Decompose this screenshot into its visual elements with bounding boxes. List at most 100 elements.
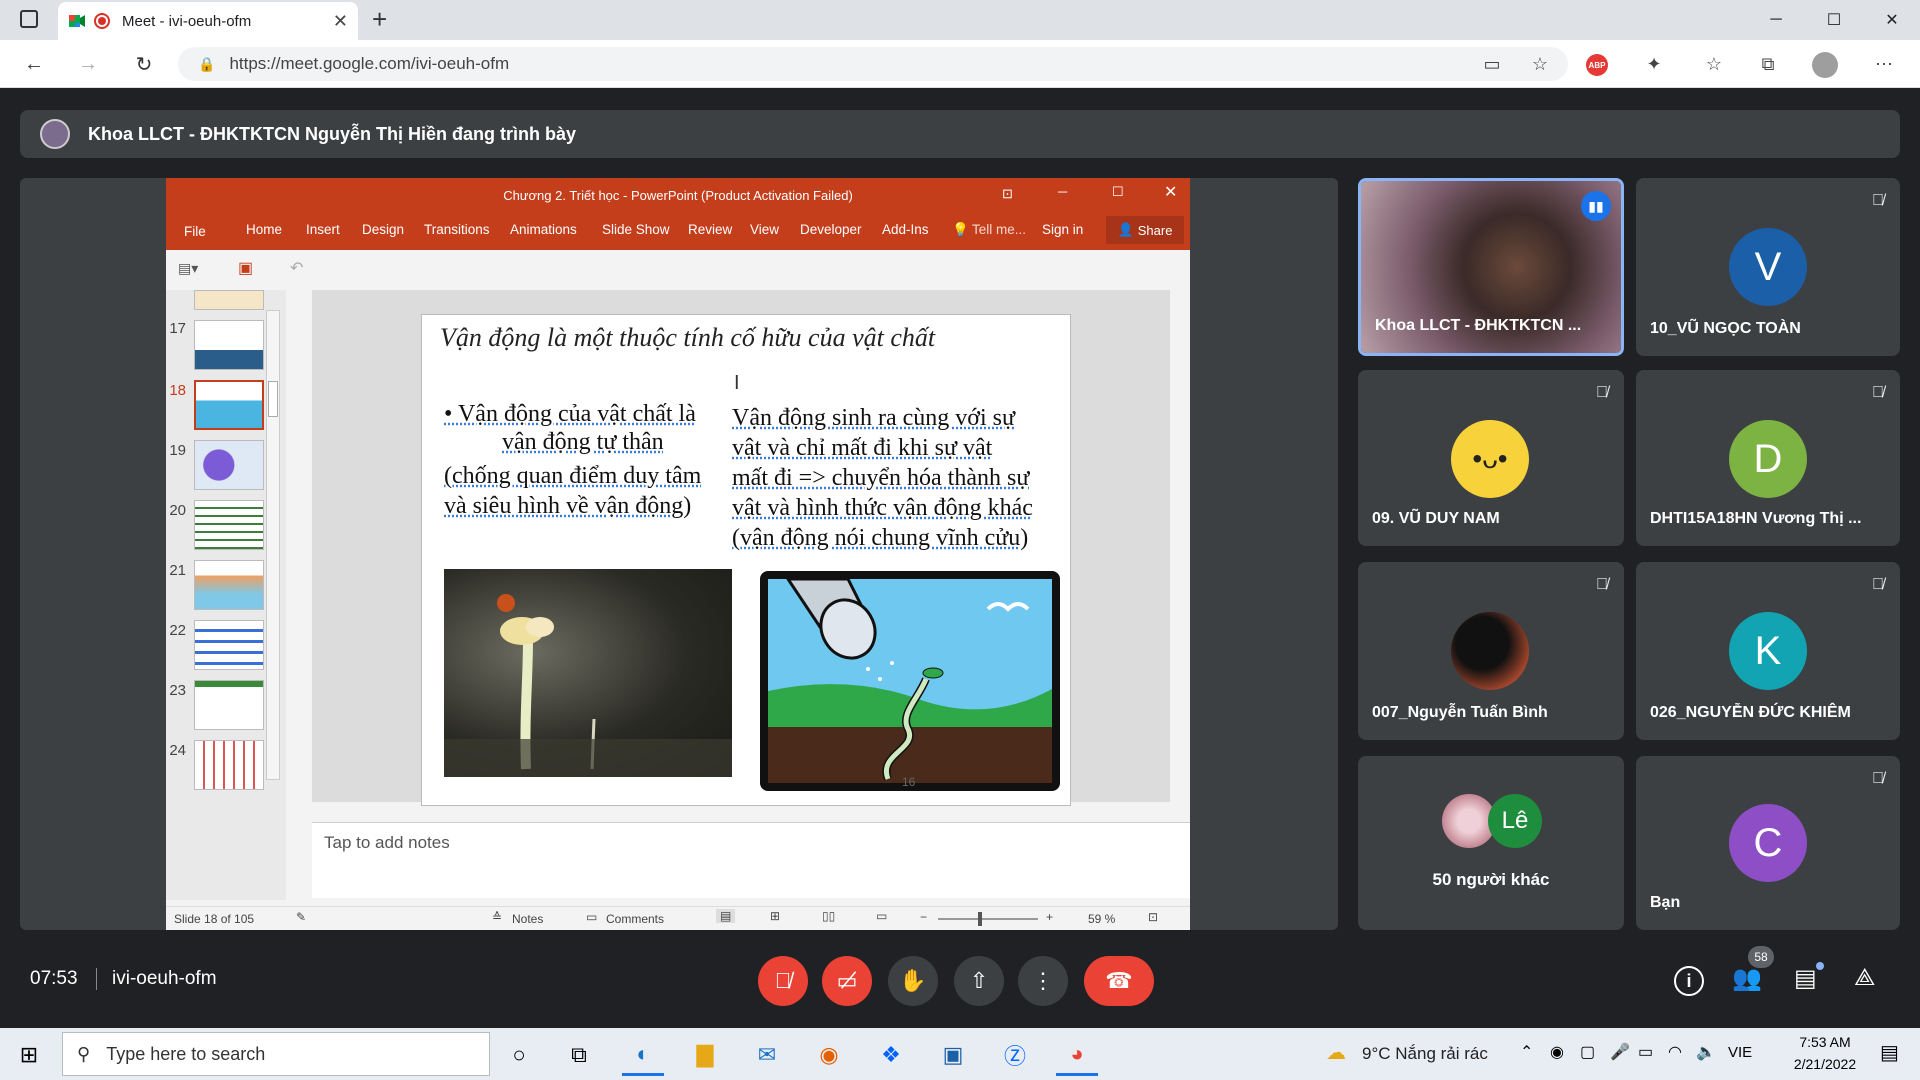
back-arrow-icon[interactable]: ← [18,48,50,80]
tab-close-icon[interactable]: ✕ [333,11,348,32]
save-icon[interactable]: ▣ [238,258,253,278]
reading-view-icon[interactable]: ▯▯ [822,909,835,923]
participant-tile[interactable]: 🎙̸ K 026_NGUYỄN ĐỨC KHIÊM [1636,562,1900,740]
url-field[interactable]: 🔒 https://meet.google.com/ivi-oeuh-ofm [178,47,1568,81]
menu-design[interactable]: Design [362,222,404,237]
favorites-icon[interactable]: ☆ [1700,52,1728,76]
thumbnail-scrollbar[interactable] [266,310,280,780]
menu-add-ins[interactable]: Add-Ins [882,222,929,237]
ribbon-display-icon[interactable]: ⊡ [1002,186,1013,202]
spelling-icon[interactable]: ✎ [296,910,306,924]
others-tile[interactable]: Lê 50 người khác [1358,756,1624,930]
microphone-icon[interactable]: 🎤 [1610,1042,1630,1062]
comments-icon[interactable]: ▭ [586,910,597,924]
zoom-in-icon[interactable]: + [1046,910,1053,924]
menu-view[interactable]: View [750,222,779,237]
more-options-icon[interactable]: ⋯ [1870,52,1898,76]
slide-thumbnail[interactable] [194,500,264,550]
reload-icon[interactable]: ↻ [128,48,160,80]
activities-icon[interactable]: ⟁ [1854,964,1875,992]
zoom-out-icon[interactable]: − [920,910,927,924]
fit-slide-icon[interactable]: ⊡ [1148,910,1158,924]
zoom-slider[interactable] [938,912,1038,926]
app-icon[interactable]: ▣ [932,1034,974,1076]
ppt-close-icon[interactable]: ✕ [1164,182,1177,202]
menu-tell-me[interactable]: Tell me... [972,222,1026,237]
meeting-details-icon[interactable]: i [1674,966,1704,996]
ppt-share-button[interactable]: 👤 Share [1106,216,1184,244]
participant-tile[interactable]: 🎙̸ 007_Nguyễn Tuấn Bình [1358,562,1624,740]
notes-toggle-label[interactable]: Notes [512,912,543,926]
camera-toggle-button[interactable]: ▭̸ [822,956,872,1006]
comments-label[interactable]: Comments [606,912,664,926]
new-tab-button[interactable]: + [372,4,387,35]
notification-icon[interactable]: ▤ [1880,1040,1899,1065]
people-icon[interactable]: 👥 [1732,964,1762,993]
tray-chevron-icon[interactable]: ⌃ [1520,1042,1533,1062]
clock-date[interactable]: 2/21/2022 [1776,1056,1874,1072]
adblock-icon[interactable]: ABP [1586,54,1608,76]
minimize-button[interactable]: ─ [1748,0,1804,40]
zalo-icon[interactable]: Ⓩ [994,1034,1036,1076]
menu-sign-in[interactable]: Sign in [1042,222,1083,237]
participant-tile[interactable]: 🎙̸ V 10_VŨ NGỌC TOÀN [1636,178,1900,356]
cortana-icon[interactable]: ○ [498,1034,540,1076]
windows-start-icon[interactable]: ⊞ [8,1034,50,1076]
participant-tile[interactable]: 🎙̸ D DHTI15A18HN Vương Thị ... [1636,370,1900,546]
leave-call-button[interactable]: ☎ [1084,956,1154,1006]
extensions-icon[interactable]: ✦ [1640,52,1668,76]
dropbox-icon[interactable]: ❖ [870,1034,912,1076]
chat-icon[interactable]: ▤ [1794,964,1817,993]
vertical-scrollbar[interactable] [1178,290,1190,802]
slide-thumbnail[interactable] [194,740,264,790]
ppt-maximize-icon[interactable]: ☐ [1112,184,1124,200]
taskbar-search-field[interactable]: ⚲ Type here to search [62,1032,490,1076]
participant-tile[interactable]: 🎙̸ •ᴗ• 09. VŨ DUY NAM [1358,370,1624,546]
language-indicator[interactable]: VIE [1728,1044,1752,1061]
wifi-icon[interactable]: ◠ [1668,1042,1682,1062]
scrollbar-thumb[interactable] [268,381,278,417]
layout-icon[interactable]: ▤▾ [178,260,198,277]
normal-view-icon[interactable]: ▤ [716,909,736,923]
slide-thumbnail[interactable] [194,440,264,490]
forward-arrow-icon[interactable]: → [72,48,104,80]
menu-transitions[interactable]: Transitions [424,222,490,237]
notes-pane[interactable]: Tap to add notes [312,822,1190,898]
ppt-minimize-icon[interactable]: ─ [1058,184,1067,199]
mic-toggle-button[interactable]: 🎙̸ [758,956,808,1006]
mail-icon[interactable]: ✉ [746,1034,788,1076]
slide-thumbnail[interactable] [194,290,264,310]
menu-file[interactable]: File [184,224,206,239]
slide-thumbnail[interactable] [194,320,264,370]
menu-slide-show[interactable]: Slide Show [602,222,670,237]
present-button[interactable]: ⇧ [954,956,1004,1006]
undo-icon[interactable]: ↶ [290,258,303,278]
profile-avatar[interactable] [1812,52,1838,78]
self-tile[interactable]: 🎙̸ C Bạn [1636,756,1900,930]
menu-insert[interactable]: Insert [306,222,340,237]
tray-app-icon[interactable]: ▢ [1580,1042,1595,1062]
file-explorer-icon[interactable]: ▇ [684,1034,726,1076]
tab-actions-icon[interactable] [20,10,38,28]
volume-icon[interactable]: 🔈 [1696,1042,1716,1062]
current-slide[interactable]: Vận động là một thuộc tính cố hữu của vậ… [421,314,1071,806]
menu-animations[interactable]: Animations [510,222,577,237]
battery-icon[interactable]: ▭ [1638,1042,1653,1062]
slide-thumbnail-active[interactable] [194,380,264,430]
slide-thumbnail[interactable] [194,680,264,730]
more-options-button[interactable]: ⋮ [1018,956,1068,1006]
slide-thumbnail[interactable] [194,620,264,670]
task-view-icon[interactable]: ⧉ [558,1034,600,1076]
browser-tab[interactable]: Meet - ivi-oeuh-ofm ✕ [58,2,358,40]
collections-icon[interactable]: ⧉ [1754,52,1782,76]
notes-toggle-icon[interactable]: ≙ [492,910,502,924]
weather-icon[interactable]: ☁ [1326,1040,1346,1065]
menu-developer[interactable]: Developer [800,222,862,237]
edge-icon[interactable]: ◐ [622,1034,664,1076]
slide-thumbnail[interactable] [194,560,264,610]
weather-text[interactable]: 9°C Nắng rải rác [1362,1044,1488,1064]
zoom-level[interactable]: 59 % [1088,912,1115,926]
clock-time[interactable]: 7:53 AM [1780,1034,1870,1050]
menu-review[interactable]: Review [688,222,732,237]
slideshow-view-icon[interactable]: ▭ [876,909,887,923]
